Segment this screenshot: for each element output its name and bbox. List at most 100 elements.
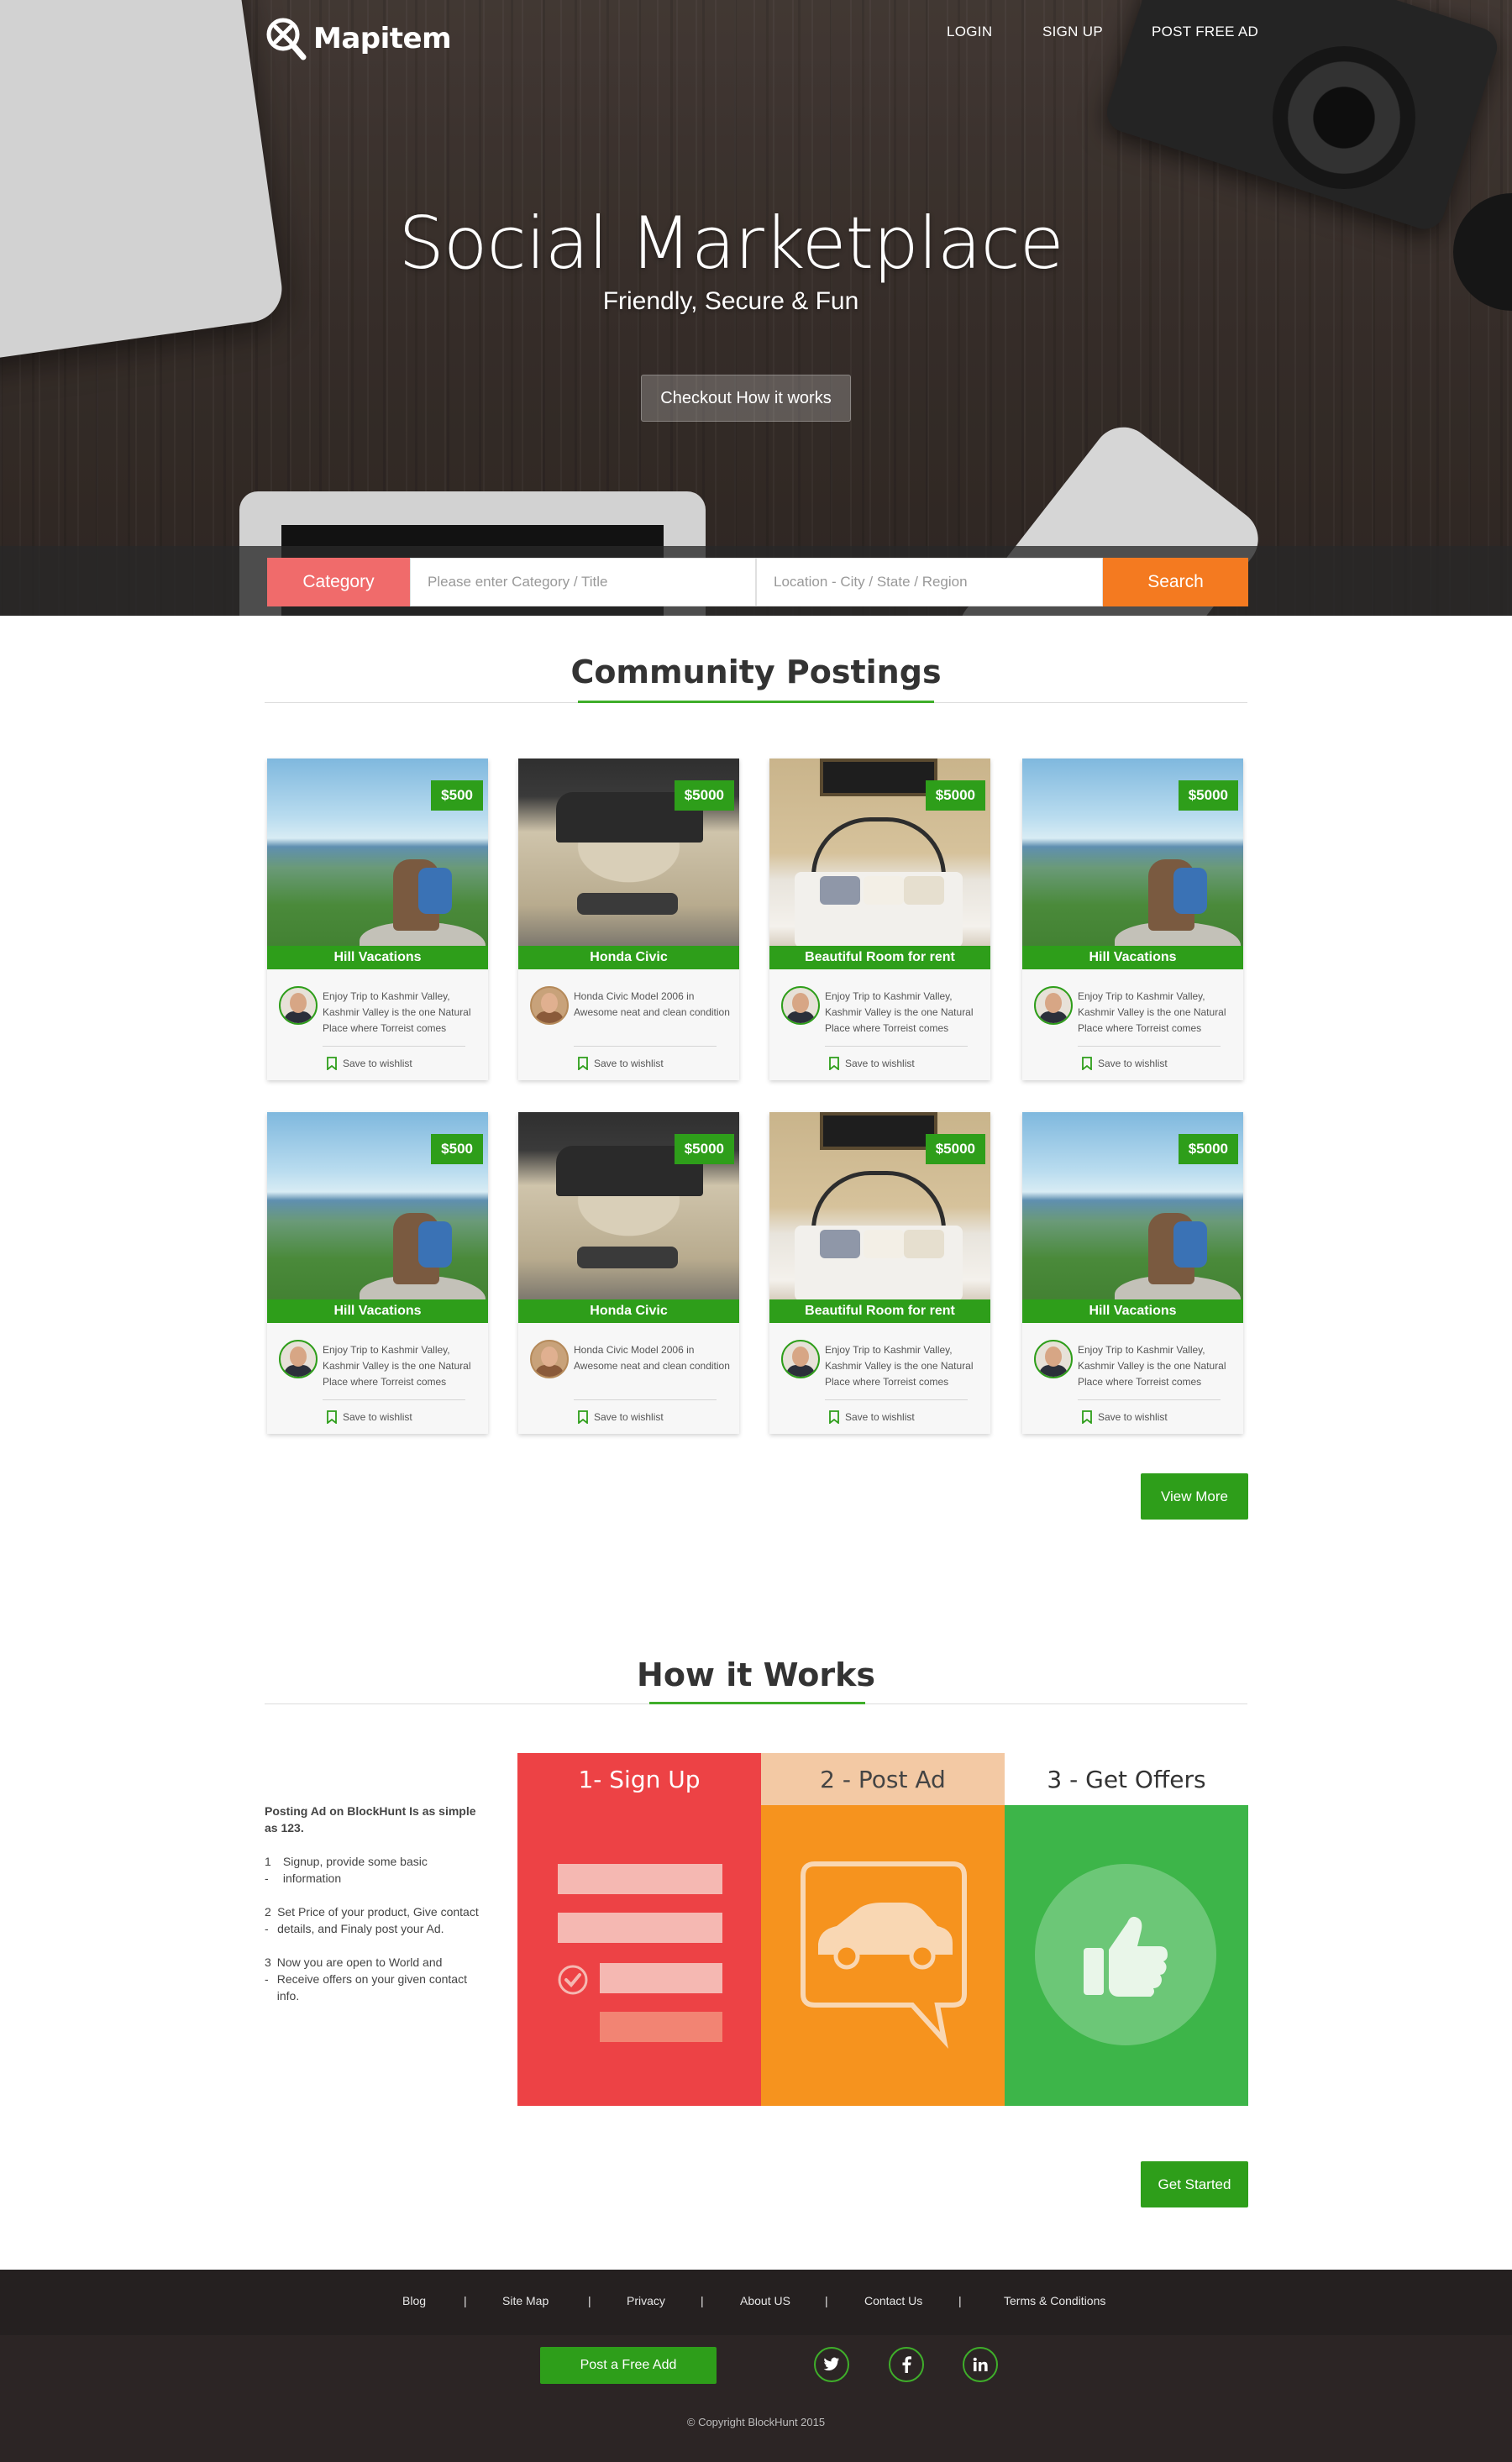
posting-card[interactable]: $500 Hill Vacations Enjoy Trip to Kashmir … <box>267 759 488 1080</box>
footer-link-blog[interactable]: Blog <box>402 2294 426 2307</box>
posting-title[interactable]: Hill Vacations <box>267 946 488 969</box>
bookmark-icon <box>829 1410 839 1424</box>
footer-bottom <box>0 2335 1512 2462</box>
how-step-text: 3 - Now you are open to World and Receiv… <box>265 1955 467 2003</box>
save-to-wishlist-link[interactable]: Save to wishlist <box>1081 1055 1224 1072</box>
price-badge: $500 <box>431 780 483 811</box>
posting-title[interactable]: Beautiful Room for rent <box>769 1299 990 1323</box>
form-field-shape <box>558 1913 722 1943</box>
copyright: © Copyright BlockHunt 2015 <box>686 2416 826 2428</box>
linkedin-icon[interactable] <box>963 2347 998 2382</box>
how-step-text: 2 - Set Price of your product, Give cont… <box>265 1905 479 1935</box>
price-badge: $5000 <box>1178 1134 1238 1164</box>
avatar[interactable] <box>279 986 318 1025</box>
posting-title[interactable]: Hill Vacations <box>1022 946 1243 969</box>
save-to-wishlist-link[interactable]: Save to wishlist <box>828 1055 971 1072</box>
posting-title[interactable]: Beautiful Room for rent <box>769 946 990 969</box>
form-button-shape <box>600 2012 722 2042</box>
posting-card[interactable]: $500 Hill Vacations Enjoy Trip to Kashmir … <box>267 1112 488 1434</box>
wishlist-label: Save to wishlist <box>343 1058 412 1069</box>
posting-description: Honda Civic Model 2006 in Awesome neat a… <box>574 1344 730 1372</box>
price-badge: $5000 <box>925 780 985 811</box>
post-free-ad-button[interactable]: Post a Free Add <box>540 2347 717 2384</box>
bookmark-icon <box>578 1057 588 1070</box>
hero-title: Social Marketplace <box>398 202 1063 286</box>
footer-link-privacy[interactable]: Privacy <box>627 2294 665 2307</box>
location-search-input[interactable]: Location - City / State / Region <box>756 558 1103 606</box>
price-badge: $5000 <box>674 1134 734 1164</box>
how-intro: Posting Ad on BlockHunt Is as simple as … <box>265 1804 476 1835</box>
how-it-works-button[interactable]: Checkout How it works <box>641 375 851 422</box>
posting-description: Enjoy Trip to Kashmir Valley, Kashmir Va… <box>1078 1344 1226 1388</box>
wishlist-label: Save to wishlist <box>594 1058 664 1069</box>
posting-description: Enjoy Trip to Kashmir Valley, Kashmir Va… <box>323 1344 471 1388</box>
price-badge: $500 <box>431 1134 483 1164</box>
avatar[interactable] <box>530 986 569 1025</box>
price-badge: $5000 <box>1178 780 1238 811</box>
title-search-input[interactable]: Please enter Category / Title <box>410 558 756 606</box>
avatar[interactable] <box>781 1340 820 1378</box>
how-description: Posting Ad on BlockHunt Is as simple as … <box>265 1803 483 2013</box>
price-badge: $5000 <box>674 780 734 811</box>
twitter-icon[interactable] <box>814 2347 849 2382</box>
wishlist-label: Save to wishlist <box>594 1411 664 1423</box>
footer-link-terms[interactable]: Terms & Conditions <box>1004 2294 1105 2307</box>
posting-description: Honda Civic Model 2006 in Awesome neat a… <box>574 990 730 1018</box>
posting-card[interactable]: $5000 Beautiful Room for rent Enjoy Trip t… <box>769 759 990 1080</box>
form-field-shape <box>600 1963 722 1993</box>
top-nav: LOGIN SIGN UP POST FREE AD <box>924 24 1260 49</box>
avatar[interactable] <box>1034 1340 1073 1378</box>
posting-title[interactable]: Honda Civic <box>518 1299 739 1323</box>
logo-icon <box>266 18 307 60</box>
avatar[interactable] <box>1034 986 1073 1025</box>
footer-link-contact[interactable]: Contact Us <box>864 2294 922 2307</box>
price-badge: $5000 <box>925 1134 985 1164</box>
avatar[interactable] <box>781 986 820 1025</box>
posting-description: Enjoy Trip to Kashmir Valley, Kashmir Va… <box>1078 990 1226 1034</box>
nav-sign-up[interactable]: SIGN UP <box>1042 24 1103 40</box>
step-signup-panel: 1- Sign Up <box>517 1753 776 2106</box>
save-to-wishlist-link[interactable]: Save to wishlist <box>577 1055 720 1072</box>
logo-text: Mapitem <box>313 22 452 55</box>
nav-post-free-ad[interactable]: POST FREE AD <box>1152 24 1258 40</box>
view-more-button[interactable]: View More <box>1141 1473 1248 1520</box>
nav-login[interactable]: LOGIN <box>947 24 992 40</box>
bookmark-icon <box>327 1057 337 1070</box>
save-to-wishlist-link[interactable]: Save to wishlist <box>326 1055 469 1072</box>
wishlist-label: Save to wishlist <box>1098 1411 1168 1423</box>
save-to-wishlist-link[interactable]: Save to wishlist <box>326 1409 469 1425</box>
avatar[interactable] <box>530 1340 569 1378</box>
posting-card[interactable]: $5000 Honda Civic Honda Civic Model 2006 i… <box>518 759 739 1080</box>
how-step-text: 1 - Signup, provide some basic informati… <box>265 1855 428 1885</box>
footer-link-sitemap[interactable]: Site Map <box>502 2294 549 2307</box>
tab-sign-up[interactable]: 1- Sign Up <box>517 1753 761 1805</box>
posting-card[interactable]: $5000 Honda Civic Honda Civic Model 2006 i… <box>518 1112 739 1434</box>
posting-title[interactable]: Hill Vacations <box>1022 1299 1243 1323</box>
bookmark-icon <box>1082 1057 1092 1070</box>
step-get-offers-panel: 3 - Get Offers <box>1005 1753 1248 2106</box>
save-to-wishlist-link[interactable]: Save to wishlist <box>828 1409 971 1425</box>
posting-card[interactable]: $5000 Hill Vacations Enjoy Trip to Kashmir… <box>1022 1112 1243 1434</box>
facebook-icon[interactable] <box>889 2347 924 2382</box>
brand-logo[interactable]: Mapitem <box>265 15 452 62</box>
posting-description: Enjoy Trip to Kashmir Valley, Kashmir Va… <box>323 990 471 1034</box>
bookmark-icon <box>578 1410 588 1424</box>
search-button[interactable]: Search <box>1103 558 1248 606</box>
posting-title[interactable]: Hill Vacations <box>267 1299 488 1323</box>
wishlist-label: Save to wishlist <box>845 1411 915 1423</box>
posting-title[interactable]: Honda Civic <box>518 946 739 969</box>
wishlist-label: Save to wishlist <box>343 1411 412 1423</box>
category-dropdown[interactable]: Category <box>267 558 410 606</box>
step-post-ad-panel: 2 - Post Ad <box>761 1753 1020 2106</box>
tab-post-ad[interactable]: 2 - Post Ad <box>761 1753 1005 1805</box>
bookmark-icon <box>1082 1410 1092 1424</box>
get-started-button[interactable]: Get Started <box>1141 2161 1248 2207</box>
save-to-wishlist-link[interactable]: Save to wishlist <box>577 1409 720 1425</box>
posting-card[interactable]: $5000 Beautiful Room for rent Enjoy Trip t… <box>769 1112 990 1434</box>
posting-card[interactable]: $5000 Hill Vacations Enjoy Trip to Kashmir… <box>1022 759 1243 1080</box>
tab-get-offers[interactable]: 3 - Get Offers <box>1005 1753 1248 1805</box>
footer-link-about[interactable]: About US <box>740 2294 790 2307</box>
save-to-wishlist-link[interactable]: Save to wishlist <box>1081 1409 1224 1425</box>
hero-subtitle: Friendly, Secure & Fun <box>602 287 859 315</box>
avatar[interactable] <box>279 1340 318 1378</box>
